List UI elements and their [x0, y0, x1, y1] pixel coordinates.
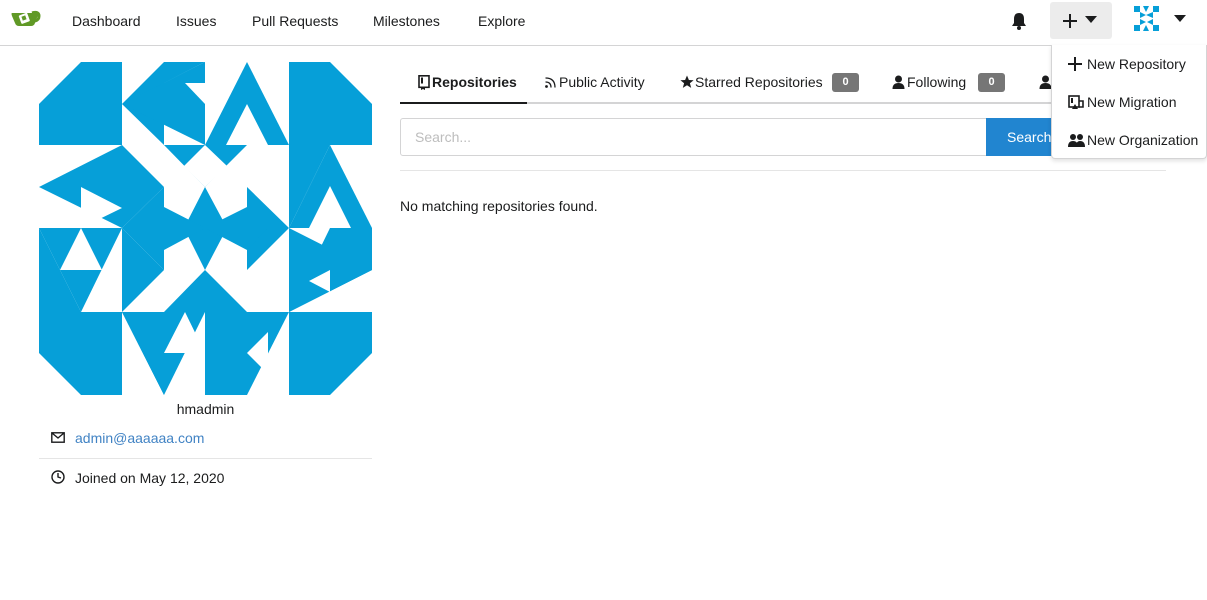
search-divider [400, 170, 1166, 171]
tab-public-activity[interactable]: Public Activity [527, 62, 652, 104]
mail-icon [51, 432, 65, 443]
menu-item-label: New Migration [1087, 94, 1177, 110]
nav-explore[interactable]: Explore [478, 13, 525, 29]
profile-email-link[interactable]: admin@aaaaaa.com [75, 430, 204, 446]
profile-avatar [39, 62, 372, 395]
tab-following[interactable]: Following 0 [878, 62, 1013, 104]
menu-item-new-migration[interactable]: New Migration [1052, 84, 1207, 120]
user-menu-caret-icon[interactable] [1174, 15, 1186, 23]
profile-joined-date: Joined on May 12, 2020 [75, 470, 225, 486]
repo-search-input[interactable] [400, 118, 987, 156]
tab-repositories[interactable]: Repositories [400, 62, 527, 104]
profile-divider [39, 458, 372, 459]
user-avatar[interactable] [1134, 6, 1159, 31]
profile-email-row: admin@aaaaaa.com [39, 428, 372, 468]
nav-issues[interactable]: Issues [176, 13, 216, 29]
tab-label: Repositories [432, 74, 517, 90]
tab-starred-repositories[interactable]: Starred Repositories 0 [666, 62, 866, 104]
nav-pull-requests[interactable]: Pull Requests [252, 13, 338, 29]
organization-icon [1068, 134, 1085, 147]
starred-count-badge: 0 [832, 73, 859, 92]
plus-icon [1063, 14, 1077, 28]
clock-icon [51, 470, 65, 484]
repo-icon [418, 75, 430, 90]
gitea-logo-icon[interactable] [11, 9, 41, 31]
person-icon [892, 75, 905, 89]
star-icon [680, 75, 694, 88]
bell-icon[interactable] [1010, 11, 1028, 31]
tab-label: Public Activity [559, 74, 645, 90]
empty-state-message: No matching repositories found. [400, 198, 598, 214]
following-count-badge: 0 [978, 73, 1005, 92]
repo-push-icon [1068, 95, 1084, 109]
create-new-button[interactable] [1050, 2, 1112, 39]
caret-down-icon [1085, 16, 1097, 23]
menu-item-new-repository[interactable]: New Repository [1052, 46, 1207, 82]
tab-label: Following [907, 74, 967, 90]
menu-item-label: New Organization [1087, 132, 1199, 148]
top-navbar: Dashboard Issues Pull Requests Milestone… [0, 0, 1207, 46]
profile-username: hmadmin [176, 401, 235, 417]
nav-dashboard[interactable]: Dashboard [72, 13, 141, 29]
profile-joined-row: Joined on May 12, 2020 [39, 468, 372, 508]
nav-milestones[interactable]: Milestones [373, 13, 440, 29]
tab-label: Starred Repositories [695, 74, 823, 90]
plus-icon [1068, 57, 1082, 71]
menu-item-label: New Repository [1087, 56, 1186, 72]
rss-icon [545, 77, 556, 88]
create-dropdown-menu: New Repository New Migration New Organiz… [1051, 45, 1207, 159]
menu-item-new-organization[interactable]: New Organization [1052, 122, 1207, 158]
